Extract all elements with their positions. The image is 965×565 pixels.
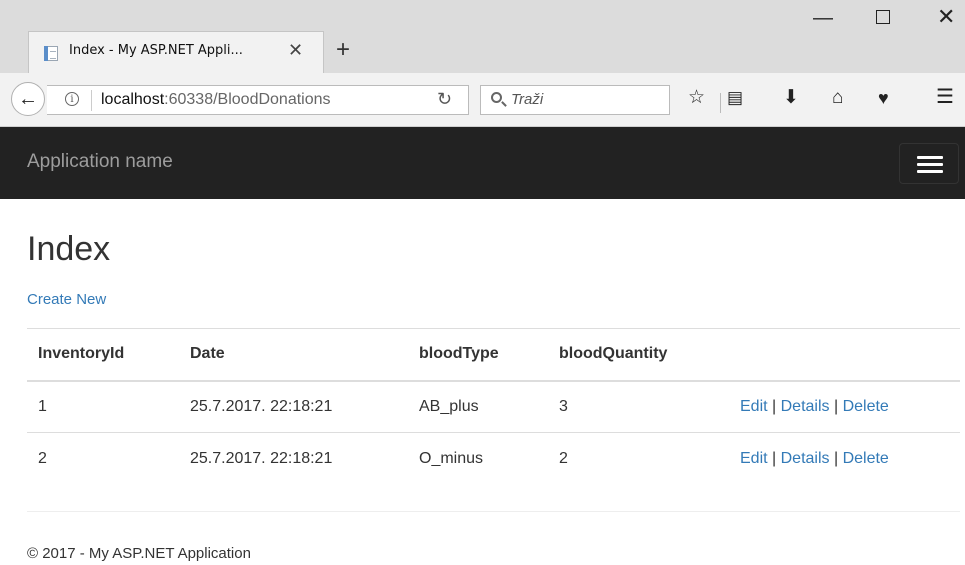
hamburger-icon [917,170,943,173]
browser-titlebar: Index - My ASP.NET Appli... ✕ + — ✕ [0,0,965,73]
details-link[interactable]: Details [781,450,830,467]
app-navbar: Application name [0,127,965,199]
cell-blood-quantity: 2 [548,432,729,485]
cell-blood-quantity: 3 [548,380,729,433]
site-info-icon[interactable]: i [65,92,79,106]
header-actions [729,328,960,382]
browser-tab[interactable]: Index - My ASP.NET Appli... ✕ [28,31,324,73]
row-actions: Edit | Details | Delete [729,432,960,485]
url-host: localhost [101,91,165,108]
action-separator: | [829,397,843,415]
action-separator: | [767,449,781,467]
menu-icon[interactable]: ☰ [936,87,954,107]
reload-icon[interactable]: ↻ [437,89,452,110]
browser-toolbar: ← i localhost:60338/BloodDonations ↻ Tra… [0,73,965,127]
details-link[interactable]: Details [781,398,830,415]
table-row: 1 25.7.2017. 22:18:21 AB_plus 3 Edit | D… [27,380,960,433]
header-blood-quantity: bloodQuantity [548,328,729,382]
cell-inventory-id: 2 [27,432,179,485]
footer-text: © 2017 - My ASP.NET Application [27,545,251,562]
header-date: Date [179,328,408,382]
new-tab-icon[interactable]: + [336,38,350,62]
search-placeholder: Traži [511,91,544,108]
home-icon[interactable]: ⌂ [832,88,843,107]
header-blood-type: bloodType [408,328,548,382]
cell-blood-type: O_minus [408,432,548,485]
close-window-icon[interactable]: ✕ [937,6,955,28]
cell-date: 25.7.2017. 22:18:21 [179,380,408,433]
minimize-icon[interactable]: — [813,8,833,28]
toolbar-divider [720,93,721,113]
footer-divider [27,511,960,512]
table-header-row: InventoryId Date bloodType bloodQuantity [27,328,960,382]
table-row: 2 25.7.2017. 22:18:21 O_minus 2 Edit | D… [27,432,960,485]
edit-link[interactable]: Edit [740,450,768,467]
cell-inventory-id: 1 [27,380,179,433]
cell-blood-type: AB_plus [408,380,548,433]
back-arrow-icon[interactable]: ← [11,82,45,116]
delete-link[interactable]: Delete [843,398,889,415]
search-input[interactable]: Traži [480,85,670,115]
delete-link[interactable]: Delete [843,450,889,467]
edit-link[interactable]: Edit [740,398,768,415]
url-bar[interactable]: i localhost:60338/BloodDonations ↻ [47,85,469,115]
page-favicon-icon [44,46,58,61]
bookmark-star-icon[interactable]: ☆ [688,88,705,107]
hamburger-icon [917,156,943,159]
url-text[interactable]: localhost:60338/BloodDonations [101,91,331,109]
url-path: :60338/BloodDonations [164,91,331,108]
pocket-icon[interactable]: ♥ [878,89,889,107]
cell-date: 25.7.2017. 22:18:21 [179,432,408,485]
reading-list-icon[interactable]: ▤ [727,89,743,106]
page-title: Index [27,230,111,268]
action-separator: | [767,397,781,415]
navbar-toggle-button[interactable] [899,143,959,184]
close-tab-icon[interactable]: ✕ [288,41,303,59]
blood-donations-table: InventoryId Date bloodType bloodQuantity… [27,328,960,485]
row-actions: Edit | Details | Delete [729,380,960,433]
create-new-link[interactable]: Create New [27,291,106,308]
brand-link[interactable]: Application name [27,151,173,173]
hamburger-icon [917,163,943,166]
tab-title: Index - My ASP.NET Appli... [69,43,243,58]
maximize-icon[interactable] [876,10,890,24]
search-icon [491,92,502,103]
download-icon[interactable]: ⬇ [783,88,799,107]
url-divider [91,90,92,111]
action-separator: | [829,449,843,467]
header-inventory-id: InventoryId [27,328,179,382]
